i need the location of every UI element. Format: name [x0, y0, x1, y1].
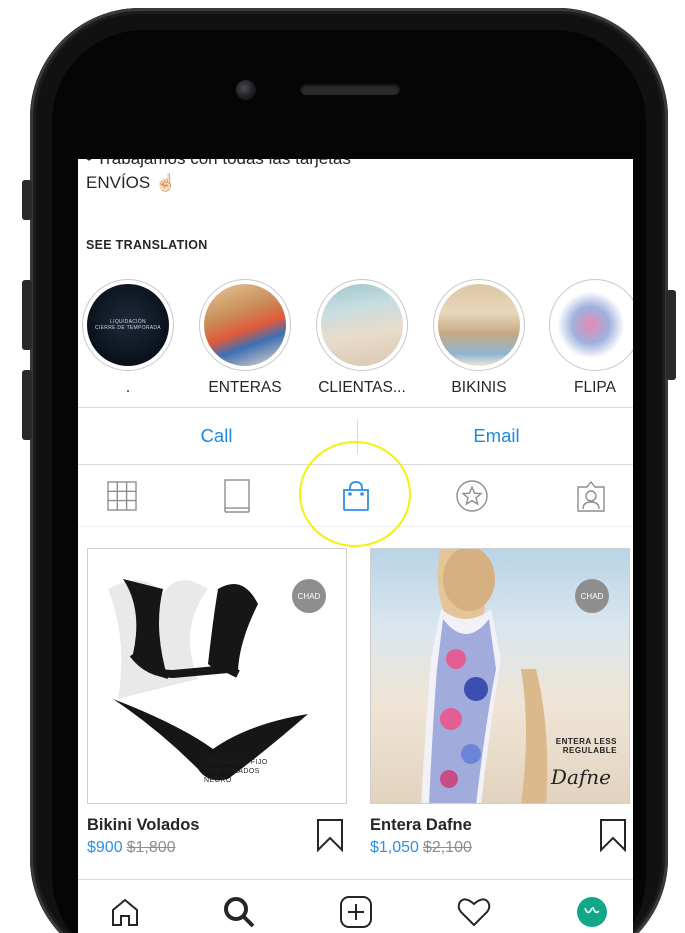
highlight-cover: LIQUIDACIÓN CIERRE DE TEMPORADA: [87, 284, 169, 366]
highlight-clientas[interactable]: CLIENTAS...: [312, 279, 412, 397]
product-card[interactable]: CHAD ENTERA LESS REGULABLE Dafne Entera …: [370, 548, 630, 857]
new-post-icon: [340, 896, 372, 928]
nav-home[interactable]: [103, 890, 147, 933]
brand-badge: CHAD: [292, 579, 326, 613]
front-camera: [236, 80, 256, 100]
price-original: $1,800: [126, 839, 176, 856]
profile-tabs: [78, 465, 633, 527]
highlight-liquidacion[interactable]: LIQUIDACIÓN CIERRE DE TEMPORADA .: [78, 279, 178, 397]
call-button[interactable]: Call: [78, 408, 355, 464]
bio-line: ENVÍOS ☝🏻: [86, 173, 177, 192]
price-original: $2,100: [422, 839, 472, 856]
bookmark-icon: [600, 819, 626, 853]
highlight-ring: [316, 279, 408, 371]
product-image[interactable]: CHAD TRIÁNGULO FIJO CON VOLADOS NEGRO: [87, 548, 347, 804]
caption-line: REGULABLE: [562, 746, 617, 755]
save-button[interactable]: [315, 818, 345, 853]
phone-volume-up: [22, 280, 32, 350]
caption-line: TRIÁNGULO FIJO: [204, 759, 268, 766]
highlight-cover: [554, 284, 633, 366]
product-caption: TRIÁNGULO FIJO CON VOLADOS NEGRO: [204, 759, 268, 785]
bottom-navigation: [78, 879, 633, 933]
caption-line: CON VOLADOS: [204, 767, 260, 775]
brand-badge: CHAD: [575, 579, 609, 613]
avatar-glyph-icon: [584, 906, 600, 914]
igtv-icon: [224, 479, 250, 513]
caption-line: NEGRO: [204, 776, 232, 784]
price-current: $1,050: [370, 839, 419, 856]
see-translation-link[interactable]: SEE TRANSLATION: [86, 238, 208, 252]
search-icon: [224, 897, 255, 928]
tab-shop[interactable]: [326, 471, 386, 521]
tagged-icon: [577, 480, 605, 512]
highlight-cover-text: CIERRE DE TEMPORADA: [95, 325, 161, 331]
price-current: $900: [87, 839, 123, 856]
phone-side-button: [22, 180, 32, 220]
highlight-ring: [549, 279, 633, 371]
star-icon: [456, 480, 488, 512]
highlight-cover: [204, 284, 286, 366]
grid-icon: [107, 481, 137, 511]
home-icon: [112, 898, 138, 926]
product-caption: ENTERA LESS REGULABLE: [556, 737, 617, 755]
product-prices: $1,050 $2,100: [370, 839, 630, 857]
product-title[interactable]: Bikini Volados: [87, 816, 347, 835]
tab-igtv[interactable]: [207, 471, 267, 521]
save-button[interactable]: [598, 818, 628, 853]
shopping-bag-icon: [343, 481, 369, 511]
highlight-flipa[interactable]: FLIPA: [545, 279, 633, 397]
instagram-profile-screen: • Trabajamos con todas las tarjetas ENVÍ…: [78, 159, 633, 933]
contact-buttons-row: Call Email: [78, 407, 633, 465]
highlight-cover: [321, 284, 403, 366]
highlight-bikinis[interactable]: BIKINIS: [429, 279, 529, 397]
highlight-cover: [438, 284, 520, 366]
email-button[interactable]: Email: [358, 408, 633, 464]
product-title[interactable]: Entera Dafne: [370, 816, 630, 835]
highlight-ring: LIQUIDACIÓN CIERRE DE TEMPORADA: [82, 279, 174, 371]
tab-guides[interactable]: [442, 471, 502, 521]
highlight-label: .: [125, 379, 131, 396]
phone-power-button: [666, 290, 676, 380]
phone-volume-down: [22, 370, 32, 440]
bookmark-icon: [317, 819, 343, 853]
product-script-name: Dafne: [550, 765, 611, 789]
product-prices: $900 $1,800: [87, 839, 347, 857]
highlight-label: FLIPA: [574, 379, 616, 396]
nav-new-post[interactable]: [334, 890, 378, 933]
product-card[interactable]: CHAD TRIÁNGULO FIJO CON VOLADOS NEGRO Bi…: [87, 548, 347, 857]
tab-tagged[interactable]: [561, 471, 621, 521]
highlight-label: BIKINIS: [451, 379, 507, 396]
highlight-label: ENTERAS: [208, 379, 282, 396]
nav-search[interactable]: [217, 890, 261, 933]
highlight-label: CLIENTAS...: [318, 379, 406, 396]
product-image[interactable]: CHAD ENTERA LESS REGULABLE Dafne: [370, 548, 630, 804]
bio-line-clipped: • Trabajamos con todas las tarjetas: [86, 159, 351, 169]
highlight-ring: [433, 279, 525, 371]
highlight-ring: [199, 279, 291, 371]
profile-avatar: [577, 897, 607, 927]
caption-line: ENTERA LESS: [555, 737, 617, 746]
nav-profile[interactable]: [570, 890, 614, 933]
highlight-enteras[interactable]: ENTERAS: [195, 279, 295, 397]
tab-grid[interactable]: [92, 471, 152, 521]
earpiece-speaker: [300, 83, 400, 95]
nav-activity[interactable]: [452, 890, 496, 933]
activity-heart-icon: [457, 898, 491, 927]
